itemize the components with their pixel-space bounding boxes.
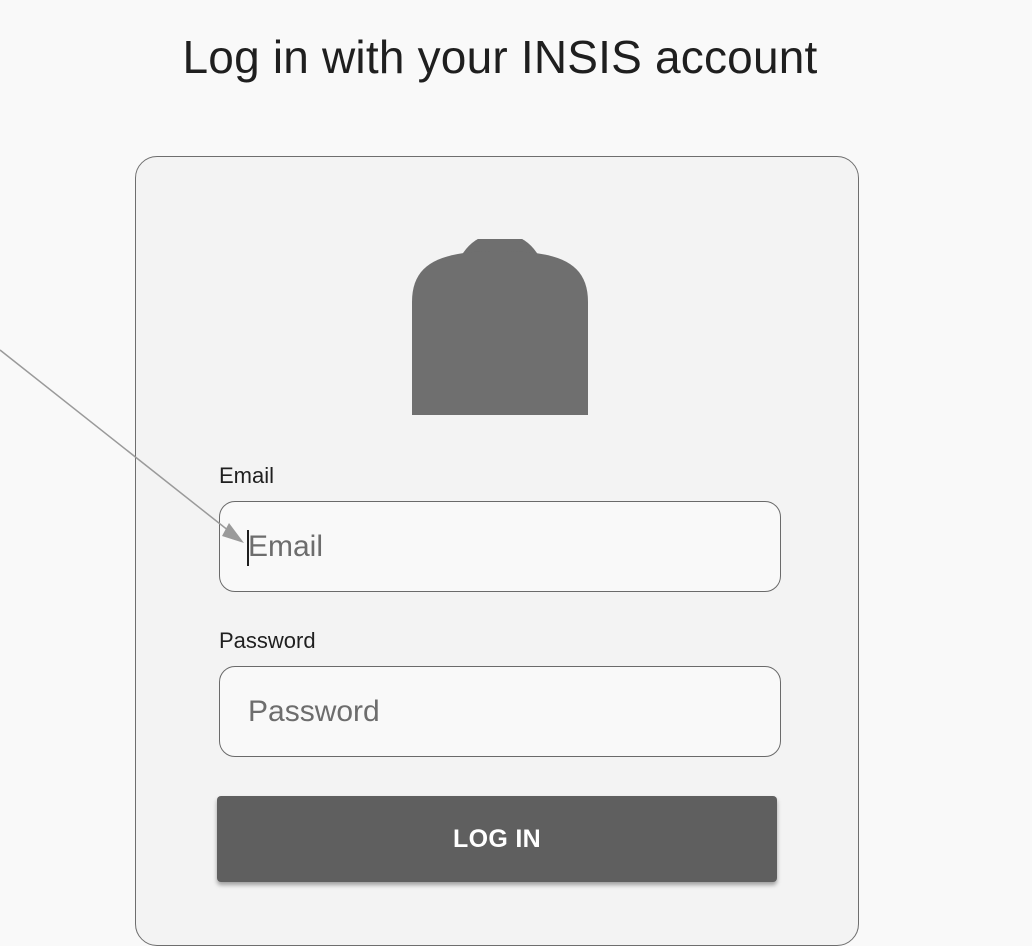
email-label: Email: [219, 463, 275, 488]
text-cursor: [247, 530, 249, 566]
user-silhouette-icon: [412, 239, 588, 415]
email-input[interactable]: [219, 501, 781, 592]
login-button[interactable]: LOG IN: [217, 796, 777, 882]
page-title: Log in with your INSIS account: [182, 31, 818, 83]
password-label: Password: [219, 628, 316, 653]
password-input[interactable]: [219, 666, 781, 757]
login-card: Email Password LOG IN: [135, 156, 859, 946]
